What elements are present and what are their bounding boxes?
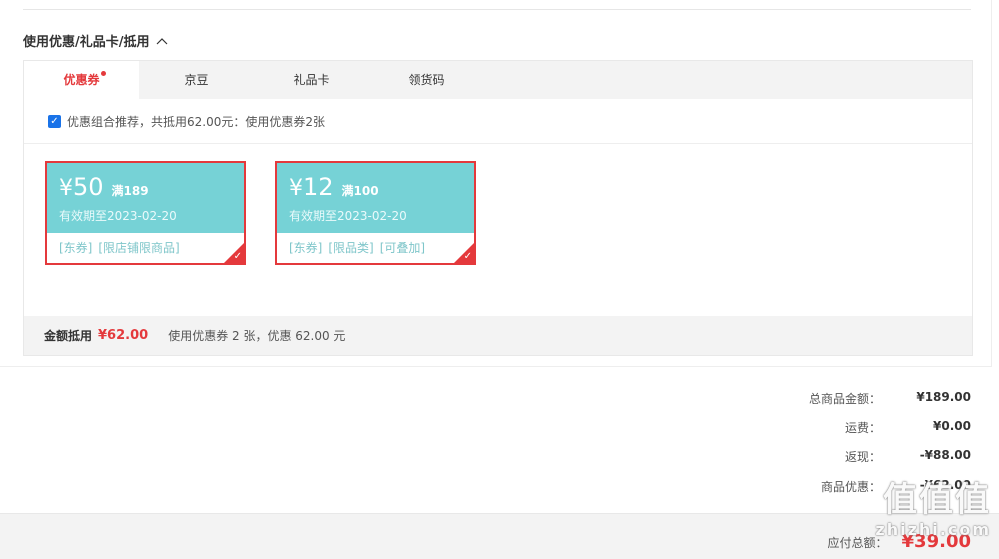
tab-coupons[interactable]: 优惠券 <box>24 61 139 99</box>
coupon-tag: [可叠加] <box>379 241 426 255</box>
watermark-logo: 值值值 <box>883 480 991 520</box>
coupon-tag: [限店铺限商品] <box>98 241 180 255</box>
coupon-tags: [东券] [限店铺限商品] <box>47 233 244 256</box>
discount-section-toggle[interactable]: 使用优惠/礼品卡/抵用 <box>23 31 168 50</box>
discount-summary-bar: 金额抵用 ¥62.00 使用优惠券 2 张，优惠 62.00 元 <box>24 316 972 355</box>
coupon-head: ¥ 50 满189 有效期至2023-02-20 <box>47 163 244 233</box>
total-value: -¥88.00 <box>919 448 971 462</box>
discount-panel: 优惠券 京豆 礼品卡 领货码 ✓ 优惠组合推荐，共抵用62.00元：使用优惠券2… <box>23 60 973 356</box>
summary-label: 金额抵用 <box>44 329 93 343</box>
total-label: 商品优惠： <box>820 480 881 494</box>
coupon-currency: ¥ <box>59 176 73 201</box>
tab-jd-beans[interactable]: 京豆 <box>139 61 254 99</box>
total-value: ¥0.00 <box>933 419 971 433</box>
discount-tabs: 优惠券 京豆 礼品卡 领货码 <box>24 61 972 99</box>
checkout-discount-page: 使用优惠/礼品卡/抵用 优惠券 京豆 礼品卡 领货码 ✓ 优惠组合推荐，共抵用6… <box>0 0 999 559</box>
tab-gift-card[interactable]: 礼品卡 <box>254 61 369 99</box>
coupon-card[interactable]: ¥ 50 满189 有效期至2023-02-20 [东券] [限店铺限商品] ✓ <box>45 161 246 265</box>
divider <box>23 9 971 10</box>
recommend-combo-row: ✓ 优惠组合推荐，共抵用62.00元：使用优惠券2张 <box>24 99 972 144</box>
check-icon: ✓ <box>233 251 242 262</box>
coupon-value: 50 <box>73 173 104 201</box>
total-row-shipping: 运费： ¥0.00 <box>761 419 971 439</box>
tab-gift-card-label: 礼品卡 <box>293 73 330 87</box>
summary-description: 使用优惠券 2 张，优惠 62.00 元 <box>168 329 346 343</box>
summary-amount: ¥62.00 <box>98 328 149 343</box>
total-row-cashback: 返现： -¥88.00 <box>761 448 971 468</box>
payable-bar: 应付总额： ¥39.00 <box>0 513 999 559</box>
coupon-amount: ¥ 12 满100 <box>289 173 474 201</box>
discount-section-frame: 使用优惠/礼品卡/抵用 优惠券 京豆 礼品卡 领货码 ✓ 优惠组合推荐，共抵用6… <box>0 0 992 367</box>
coupon-tag: [东券] <box>289 241 323 255</box>
coupon-validity: 有效期至2023-02-20 <box>59 209 177 223</box>
tab-redeem-code[interactable]: 领货码 <box>369 61 484 99</box>
notification-dot-icon <box>100 71 106 76</box>
coupon-tags: [东券] [限品类] [可叠加] <box>277 233 474 256</box>
watermark-site: zhizhi.com <box>875 520 991 539</box>
coupon-tag: [限品类] <box>328 241 374 255</box>
coupon-value: 12 <box>303 173 334 201</box>
section-title: 使用优惠/礼品卡/抵用 <box>23 35 150 50</box>
coupon-tag: [东券] <box>59 241 93 255</box>
total-label: 返现： <box>844 450 881 464</box>
tab-coupons-label: 优惠券 <box>63 73 100 87</box>
tab-redeem-code-label: 领货码 <box>408 73 445 87</box>
coupon-condition: 满100 <box>341 184 379 198</box>
recommend-checkbox[interactable]: ✓ <box>48 114 61 128</box>
check-icon: ✓ <box>463 251 472 262</box>
coupon-validity: 有效期至2023-02-20 <box>289 209 407 223</box>
total-label: 总商品金额： <box>808 392 881 406</box>
coupon-amount: ¥ 50 满189 <box>59 173 244 201</box>
total-label: 运费： <box>844 421 881 435</box>
recommend-text: 优惠组合推荐，共抵用62.00元：使用优惠券2张 <box>67 114 325 129</box>
coupon-head: ¥ 12 满100 有效期至2023-02-20 <box>277 163 474 233</box>
total-value: ¥189.00 <box>916 390 971 404</box>
total-row-goods: 总商品金额： ¥189.00 <box>761 390 971 410</box>
tab-jd-beans-label: 京豆 <box>184 73 209 87</box>
coupon-card[interactable]: ¥ 12 满100 有效期至2023-02-20 [东券] [限品类] [可叠加] … <box>275 161 476 265</box>
site-watermark: 值值值 zhizhi.com <box>875 480 991 539</box>
chevron-up-icon <box>156 34 168 48</box>
coupon-currency: ¥ <box>289 176 303 201</box>
coupon-condition: 满189 <box>111 184 149 198</box>
